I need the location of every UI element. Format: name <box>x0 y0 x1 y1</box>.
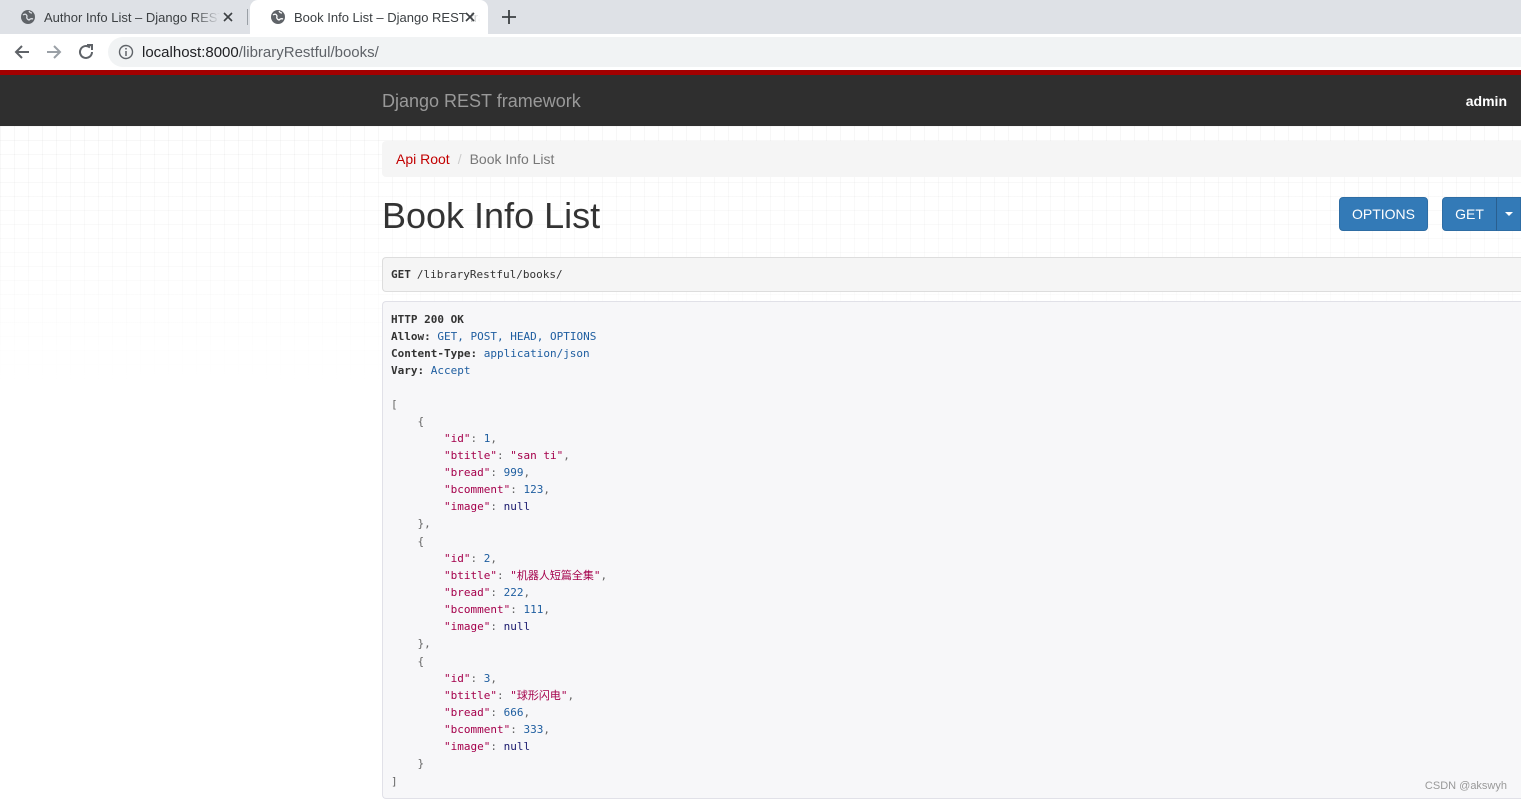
get-format-dropdown[interactable] <box>1496 197 1521 231</box>
book-image: null <box>503 500 531 513</box>
json-open-brace: { <box>391 415 425 428</box>
header-value: GET, POST, HEAD, OPTIONS <box>437 330 597 343</box>
header-name: Content-Type: <box>391 347 478 360</box>
breadcrumb-api-root[interactable]: Api Root <box>396 151 450 167</box>
info-icon[interactable] <box>118 44 134 60</box>
close-icon[interactable] <box>462 9 478 25</box>
globe-icon <box>21 10 35 24</box>
request-path: /libraryRestful/books/ <box>416 268 563 281</box>
browser-tab-bar: Author Info List – Django REST framework… <box>0 0 1521 34</box>
tab-separator <box>247 9 248 25</box>
back-icon[interactable] <box>11 41 33 63</box>
json-field-id: "id": 3, <box>443 672 497 685</box>
json-field-bread: "bread": 666, <box>443 706 531 719</box>
json-close-brace: } <box>391 757 425 770</box>
response-info: HTTP 200 OK Allow: GET, POST, HEAD, OPTI… <box>382 301 1521 799</box>
json-open-bracket: [ <box>391 398 398 411</box>
json-field-btitle: "btitle": "san ti", <box>443 449 570 462</box>
address-bar[interactable]: localhost:8000/libraryRestful/books/ <box>108 37 1521 67</box>
request-info: GET /libraryRestful/books/ <box>382 257 1521 292</box>
brand-link[interactable]: Django REST framework <box>382 91 581 112</box>
json-field-id: "id": 1, <box>443 432 497 445</box>
header-name: Vary: <box>391 364 425 377</box>
book-bread: 666 <box>503 706 524 719</box>
browser-toolbar: localhost:8000/libraryRestful/books/ <box>0 34 1521 70</box>
caret-down-icon <box>1504 212 1513 216</box>
book-bread: 999 <box>503 466 524 479</box>
json-close-brace: }, <box>391 517 431 530</box>
url-path: /libraryRestful/books/ <box>238 43 379 61</box>
json-field-image: "image": null <box>443 620 531 633</box>
forward-icon[interactable] <box>43 41 65 63</box>
header-value: application/json <box>483 347 590 360</box>
book-title: "san ti" <box>510 449 564 462</box>
json-field-bread: "bread": 999, <box>443 466 531 479</box>
json-close-brace: }, <box>391 637 431 650</box>
page-title: Book Info List <box>382 195 601 236</box>
json-field-btitle: "btitle": "球形闪电", <box>443 689 575 702</box>
new-tab-icon[interactable] <box>499 7 519 27</box>
book-bcomment: 333 <box>523 723 544 736</box>
book-bcomment: 111 <box>523 603 544 616</box>
json-field-btitle: "btitle": "机器人短篇全集", <box>443 569 608 582</box>
header-value: Accept <box>430 364 471 377</box>
book-image: null <box>503 620 531 633</box>
json-field-bcomment: "bcomment": 123, <box>443 483 550 496</box>
json-field-bread: "bread": 222, <box>443 586 531 599</box>
globe-icon <box>271 10 285 24</box>
address-text: localhost:8000/libraryRestful/books/ <box>142 44 379 61</box>
watermark: CSDN @akswyh <box>1424 780 1507 792</box>
user-menu[interactable]: admin <box>1466 93 1507 109</box>
book-bread: 222 <box>503 586 524 599</box>
json-field-id: "id": 2, <box>443 552 497 565</box>
json-field-bcomment: "bcomment": 333, <box>443 723 550 736</box>
options-button[interactable]: OPTIONS <box>1339 197 1428 231</box>
json-open-brace: { <box>391 535 425 548</box>
close-icon[interactable] <box>220 9 236 25</box>
response-status: HTTP 200 OK <box>391 313 464 326</box>
navbar: Django REST framework admin <box>0 75 1521 126</box>
book-image: null <box>503 740 531 753</box>
json-open-brace: { <box>391 655 425 668</box>
json-field-image: "image": null <box>443 500 531 513</box>
reload-icon[interactable] <box>75 41 97 63</box>
tab-title: Book Info List – Django REST framework <box>294 9 480 25</box>
response-header: Content-Type: application/json <box>391 345 590 362</box>
json-close-bracket: ] <box>391 775 398 788</box>
book-title: "机器人短篇全集" <box>510 569 601 582</box>
breadcrumb-divider: / <box>457 151 462 167</box>
book-bcomment: 123 <box>523 483 544 496</box>
breadcrumb: Api Root / Book Info List <box>382 141 1521 177</box>
response-header: Allow: GET, POST, HEAD, OPTIONS <box>391 328 596 345</box>
json-field-image: "image": null <box>443 740 531 753</box>
get-button[interactable]: GET <box>1442 197 1497 231</box>
request-method: GET <box>391 268 411 281</box>
url-host: localhost:8000 <box>142 43 239 61</box>
response-header: Vary: Accept <box>391 362 471 379</box>
tab-title: Author Info List – Django REST framework <box>44 9 220 25</box>
book-title: "球形闪电" <box>510 689 568 702</box>
header-name: Allow: <box>391 330 431 343</box>
browser-tab-book-info[interactable]: Book Info List – Django REST framework <box>250 0 488 34</box>
breadcrumb-current: Book Info List <box>469 151 555 167</box>
json-field-bcomment: "bcomment": 111, <box>443 603 550 616</box>
browser-tab-author-info[interactable]: Author Info List – Django REST framework <box>0 0 246 34</box>
